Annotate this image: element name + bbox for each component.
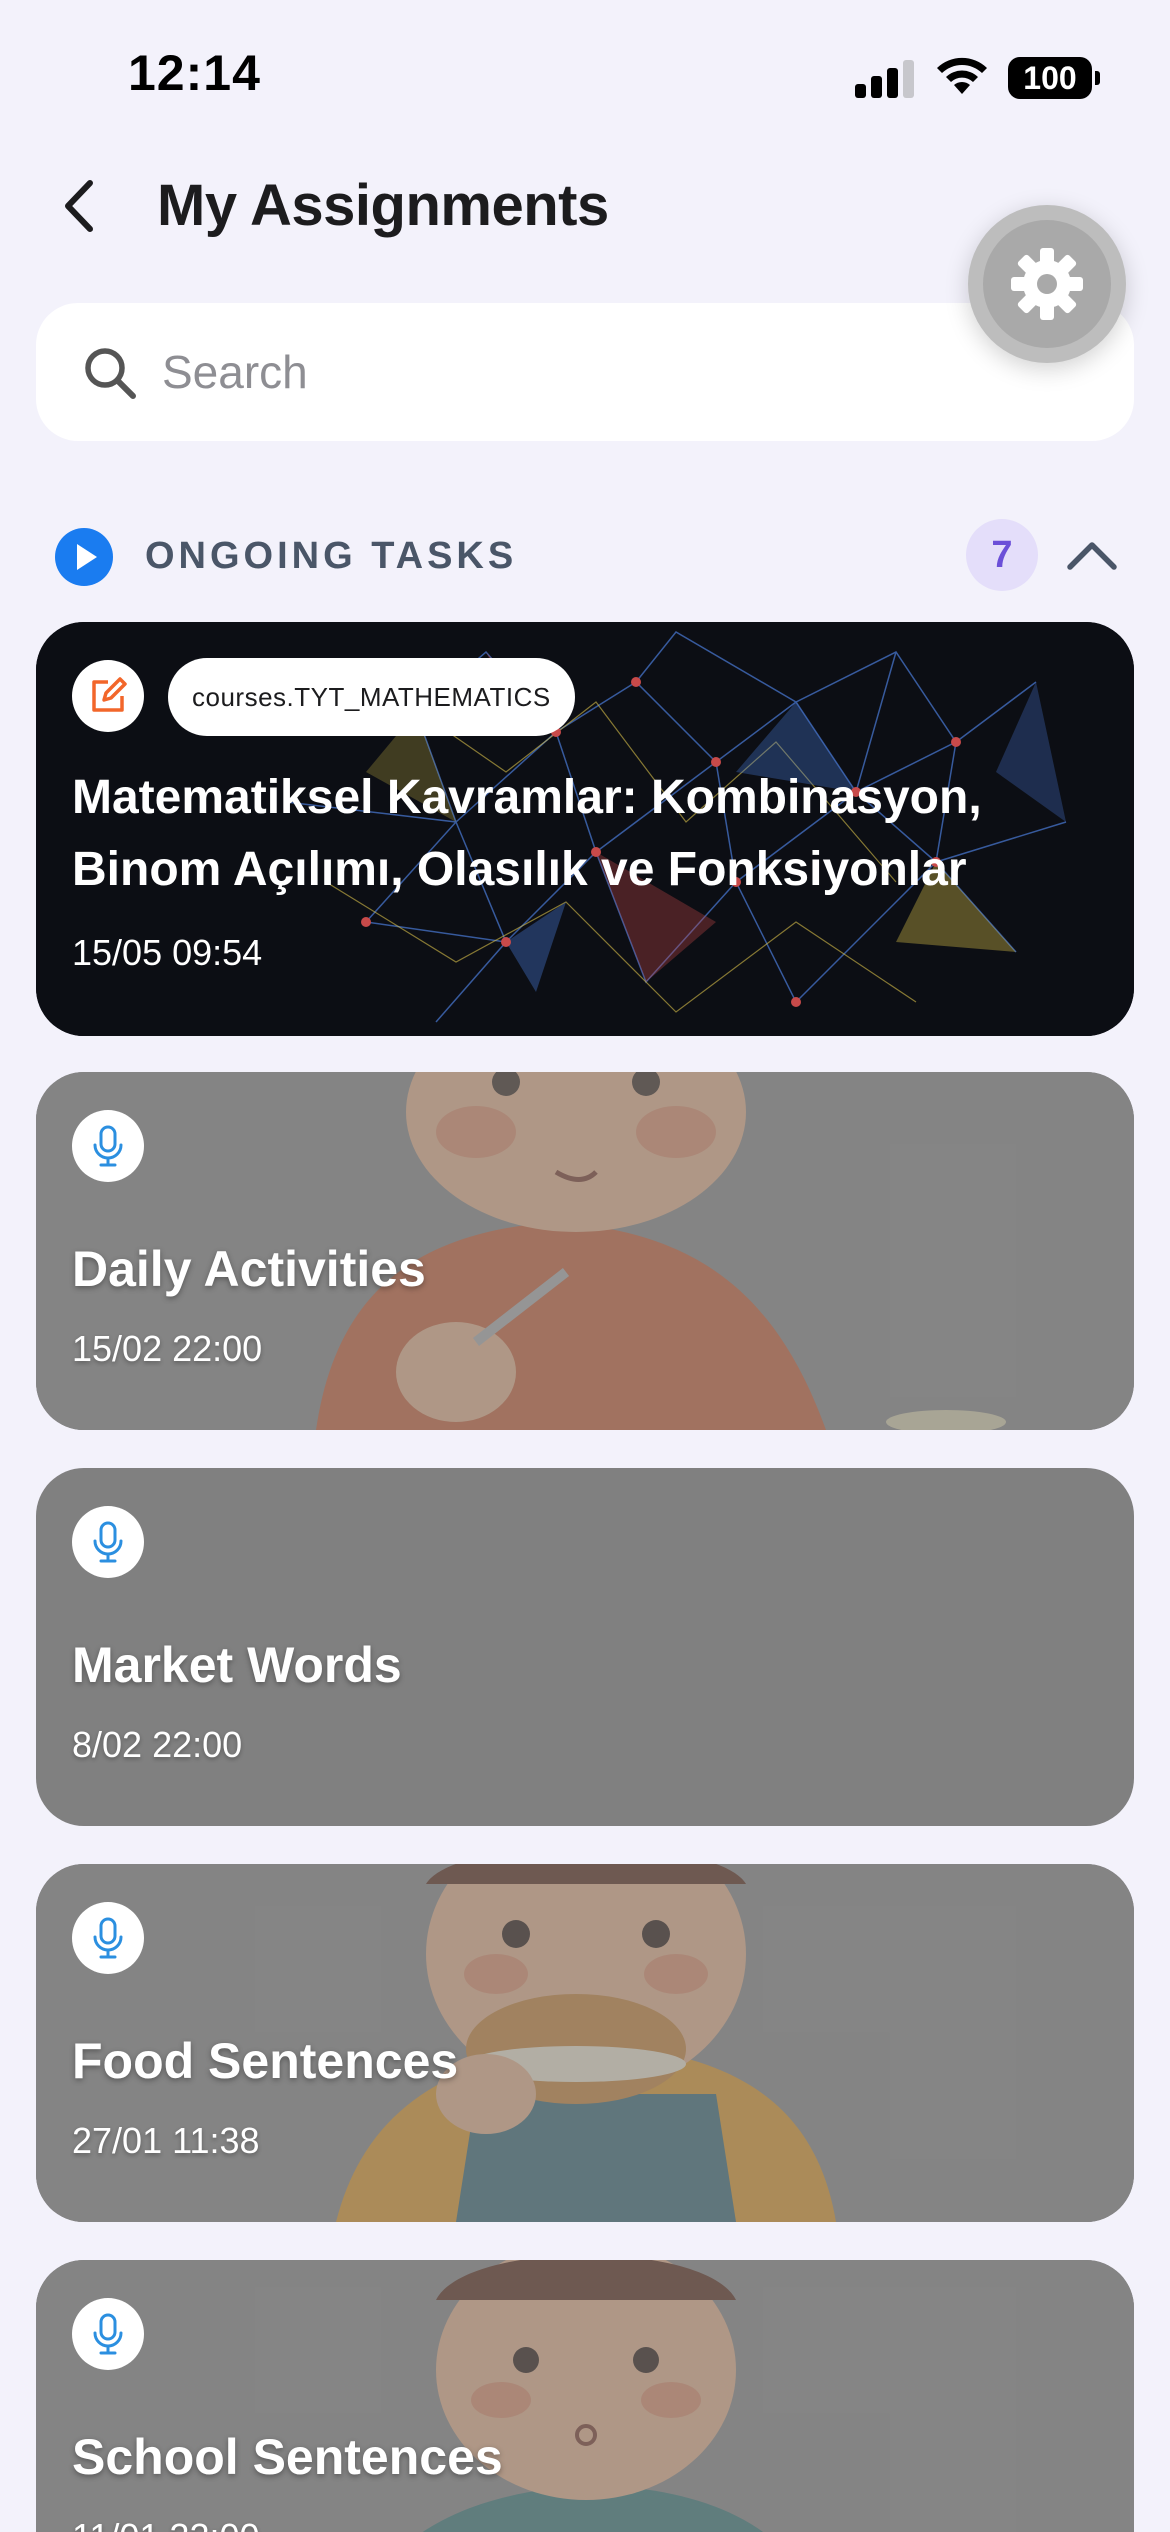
assignment-title-line: Binom Açılımı, Olasılık ve Fonksiyonlar [72, 843, 967, 896]
card-overlay [36, 2260, 1134, 2532]
search-icon [85, 348, 136, 399]
chevron-up-icon[interactable] [1064, 535, 1120, 575]
microphone-icon [72, 1506, 144, 1578]
status-time: 12:14 [128, 45, 261, 101]
wifi-icon [937, 57, 987, 94]
assignment-title: Market Words [72, 1637, 402, 1693]
assignment-card[interactable]: Daily Activities 15/02 22:00 [36, 1072, 1134, 1430]
play-icon [55, 528, 113, 586]
task-count-badge: 7 [966, 519, 1038, 591]
assignment-card[interactable]: Market Words 8/02 22:00 [36, 1468, 1134, 1826]
edit-icon [72, 660, 144, 732]
cellular-signal-icon [855, 58, 915, 98]
assignment-card-featured[interactable]: courses.TYT_MATHEMATICS Matematiksel Kav… [36, 622, 1134, 1036]
back-button[interactable] [52, 175, 108, 237]
section-title: ONGOING TASKS [145, 535, 518, 577]
settings-button[interactable] [968, 205, 1126, 363]
search-input[interactable] [162, 333, 982, 411]
assignment-date: 15/05 09:54 [72, 932, 263, 973]
assignment-title: School Sentences [72, 2429, 503, 2485]
page-title: My Assignments [157, 173, 609, 238]
gear-icon [1011, 248, 1083, 320]
battery-indicator: 100 [1008, 57, 1100, 99]
assignment-card[interactable]: School Sentences 11/01 22:00 [36, 2260, 1134, 2532]
assignment-date: 11/01 22:00 [72, 2516, 260, 2532]
search-bar[interactable] [36, 303, 1134, 441]
microphone-icon [72, 2298, 144, 2370]
course-tag: courses.TYT_MATHEMATICS [168, 658, 575, 736]
assignment-date: 15/02 22:00 [72, 1328, 263, 1369]
assignment-title: Matematiksel Kavramlar: Kombinasyon, Bin… [72, 762, 1072, 906]
assignment-card[interactable]: Food Sentences 27/01 11:38 [36, 1864, 1134, 2222]
assignment-date: 27/01 11:38 [72, 2120, 260, 2161]
assignment-title: Food Sentences [72, 2033, 459, 2089]
microphone-icon [72, 1902, 144, 1974]
section-header-ongoing[interactable]: ONGOING TASKS 7 [0, 515, 1170, 595]
assignment-title-line: Matematiksel Kavramlar: Kombinasyon, [72, 771, 982, 824]
assignment-date: 8/02 22:00 [72, 1724, 243, 1765]
status-bar: 12:14 100 [0, 0, 1170, 150]
microphone-icon [72, 1110, 144, 1182]
assignment-title: Daily Activities [72, 1241, 426, 1297]
